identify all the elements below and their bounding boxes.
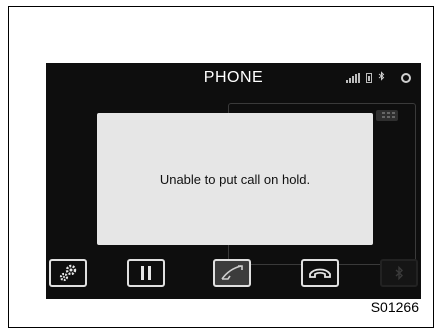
phone-screen: PHONE Unable to put call on hold. xyxy=(46,63,421,299)
bluetooth-icon xyxy=(378,71,385,84)
hold-button[interactable] xyxy=(127,259,165,287)
settings-icon[interactable] xyxy=(401,72,411,83)
bluetooth-button[interactable] xyxy=(380,259,418,287)
end-call-button[interactable] xyxy=(301,259,339,287)
bottom-toolbar xyxy=(46,259,421,291)
settings-button[interactable] xyxy=(49,259,87,287)
signal-icon xyxy=(346,72,360,83)
battery-icon xyxy=(366,72,372,83)
keypad-icon[interactable] xyxy=(376,110,398,121)
bluetooth-icon xyxy=(394,265,404,281)
dialog-message: Unable to put call on hold. xyxy=(159,171,311,187)
settings-icon xyxy=(57,263,79,283)
figure-frame: PHONE Unable to put call on hold. S01266 xyxy=(8,6,434,328)
figure-code: S01266 xyxy=(370,299,419,315)
handset-off-hook-icon xyxy=(219,264,245,282)
answer-call-button[interactable] xyxy=(213,259,251,287)
end-call-icon xyxy=(308,266,332,280)
pause-icon xyxy=(139,265,153,281)
status-icons xyxy=(346,71,411,84)
message-dialog: Unable to put call on hold. xyxy=(97,113,373,245)
